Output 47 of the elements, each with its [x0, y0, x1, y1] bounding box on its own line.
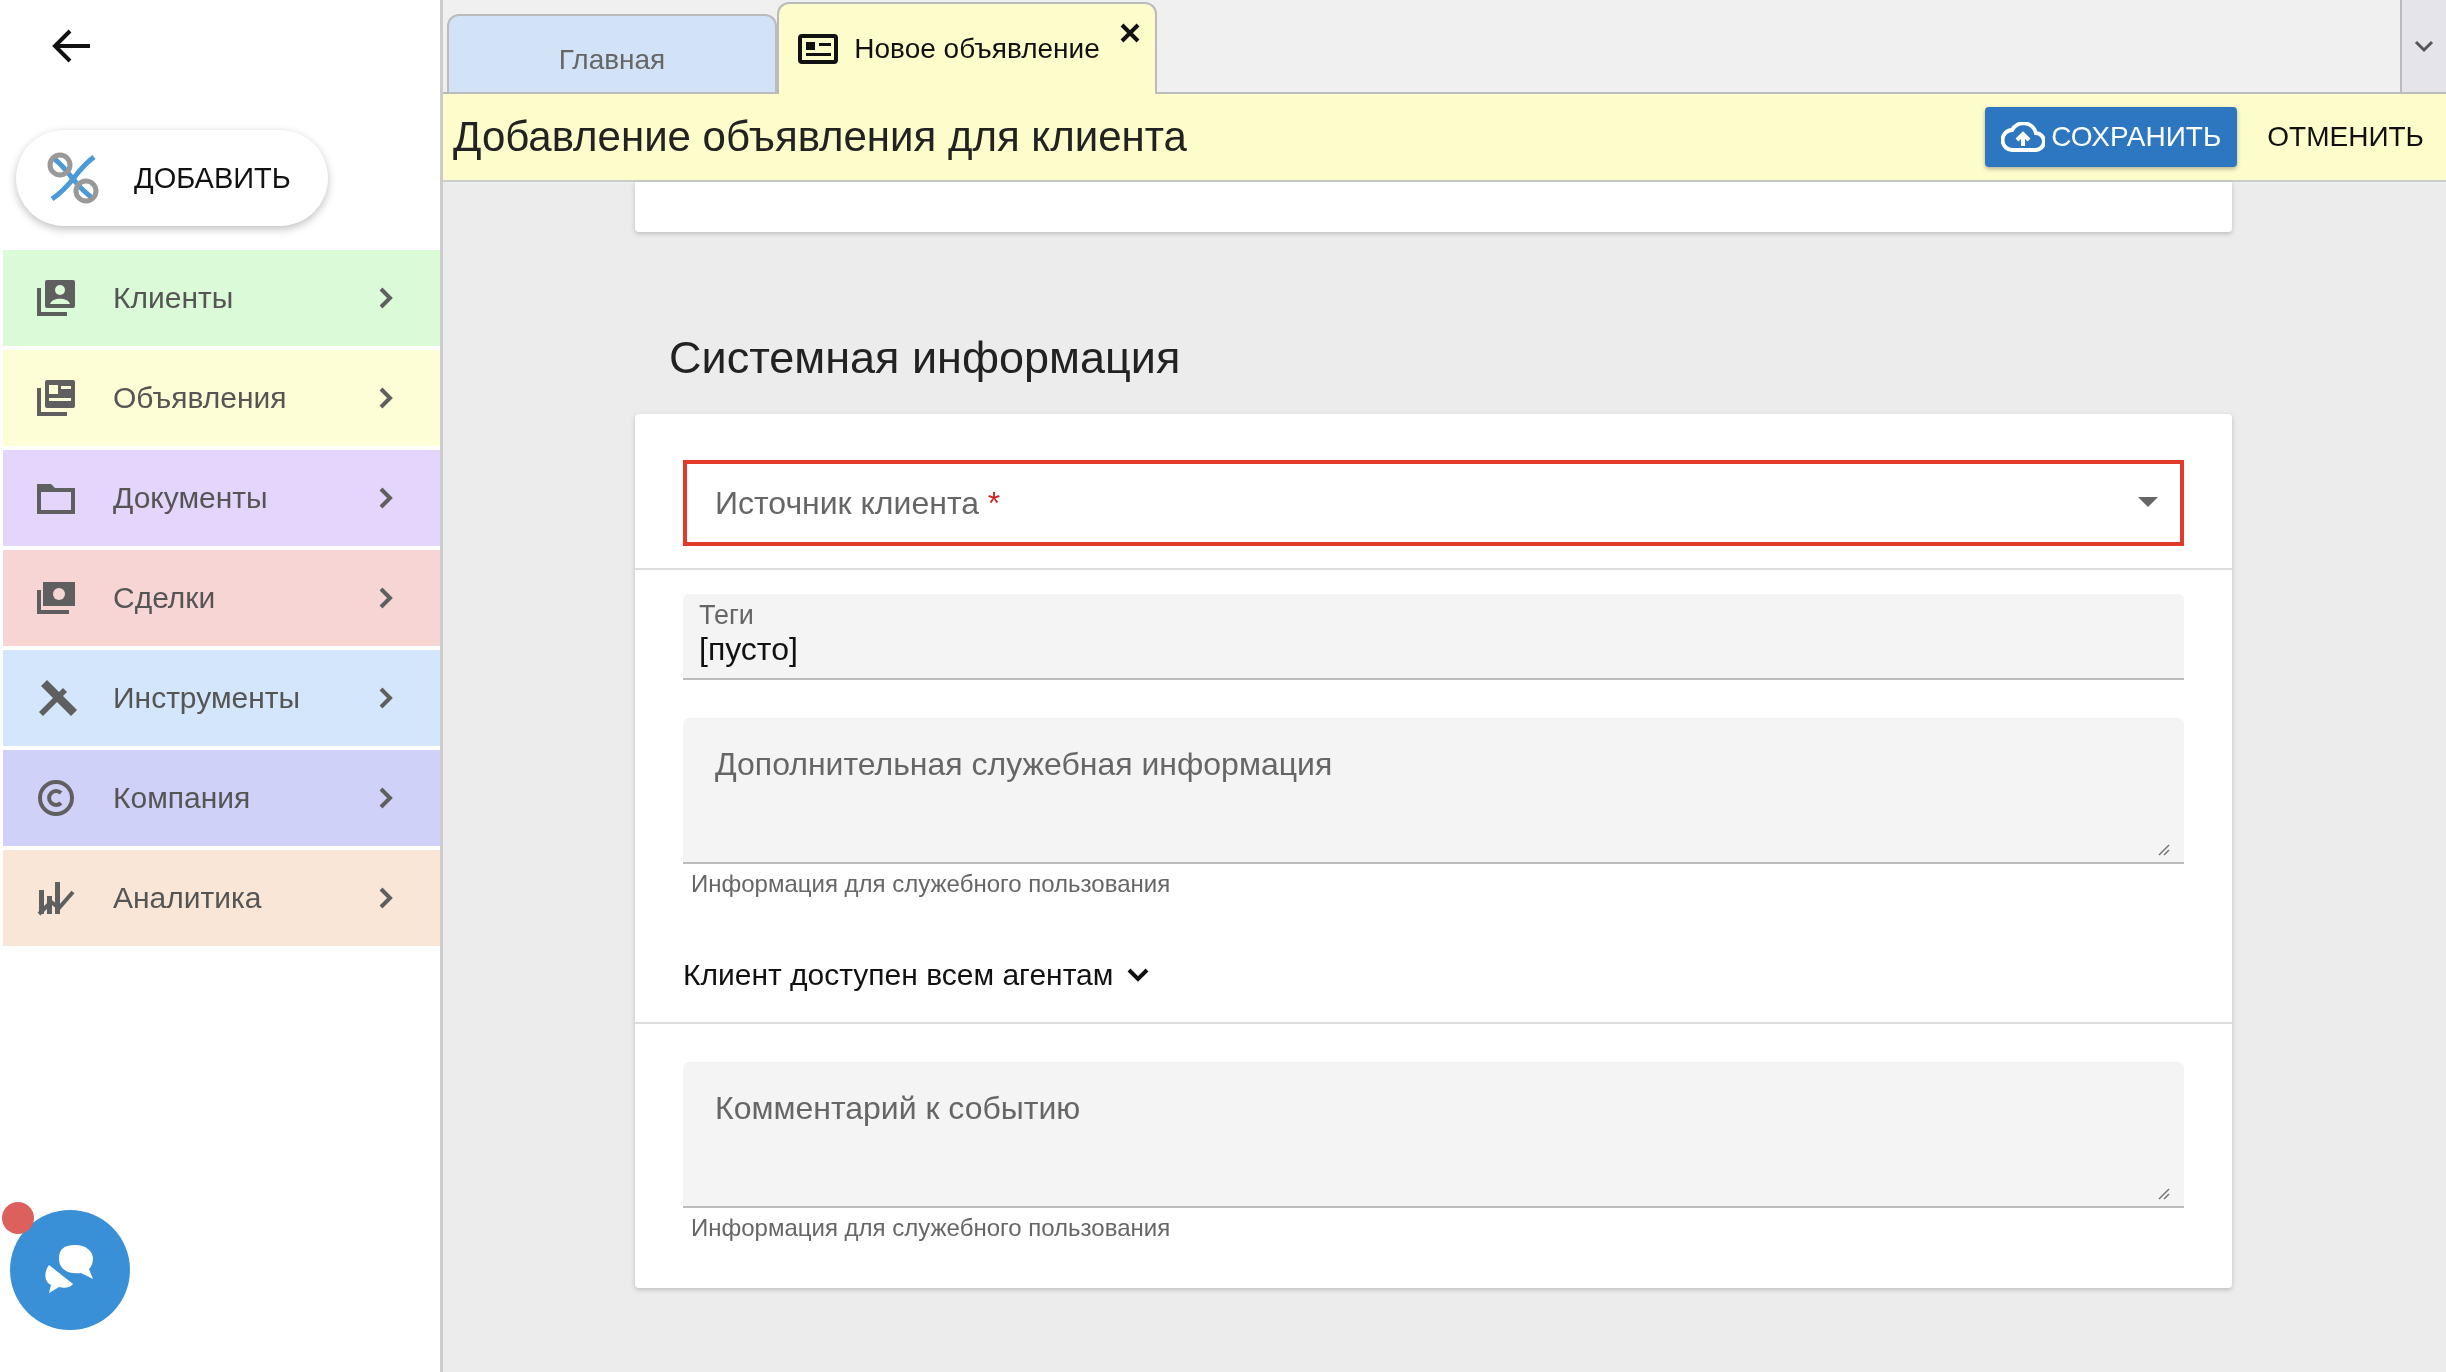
chevron-down-icon [1127, 968, 1150, 982]
nav-item[interactable]: Инструменты [3, 650, 440, 746]
helper-text: Информация для служебного пользования [691, 870, 1172, 898]
dropdown-arrow-icon [2138, 497, 2158, 509]
nav-label: Аналитика [113, 881, 263, 915]
chevron-right-icon [378, 786, 394, 810]
nav-item[interactable]: Компания [3, 750, 440, 846]
access-toggle[interactable]: Клиент доступен всем агентам [683, 958, 2184, 992]
textarea-field[interactable]: Дополнительная служебная информация [683, 718, 2184, 864]
copyright-icon [35, 778, 77, 818]
chevron-down-icon [2414, 39, 2434, 53]
contact-card-icon [35, 278, 77, 318]
tab[interactable]: Главная [447, 14, 777, 92]
nav-item[interactable]: Аналитика [3, 850, 440, 946]
cloud-upload-icon [2001, 122, 2046, 152]
nav-label: Компания [113, 781, 252, 815]
nav-item[interactable]: Сделки [3, 550, 440, 646]
section-title: Системная информация [669, 332, 1182, 384]
chevron-right-icon [378, 286, 394, 310]
resize-grip-icon[interactable] [2156, 842, 2170, 856]
nav-item[interactable]: Документы [3, 450, 440, 546]
textarea-field[interactable]: Комментарий к событию [683, 1062, 2184, 1208]
chevron-right-icon [378, 886, 394, 910]
nav-label: Объявления [113, 381, 288, 415]
add-button[interactable]: ДОБАВИТЬ [16, 130, 328, 226]
nav-label: Инструменты [113, 681, 302, 715]
select-field[interactable]: Источник клиента * [683, 460, 2184, 546]
close-icon[interactable] [1119, 22, 1141, 44]
save-button[interactable]: СОХРАНИТЬ [1985, 107, 2238, 167]
helper-text: Информация для служебного пользования [691, 1214, 1172, 1242]
chevron-right-icon [378, 586, 394, 610]
chevron-right-icon [378, 486, 394, 510]
resize-grip-icon[interactable] [2156, 1186, 2170, 1200]
cancel-button[interactable]: ОТМЕНИТЬ [2261, 120, 2430, 154]
notification-dot [2, 1202, 34, 1234]
tags-field[interactable]: Теги [пусто] [683, 594, 2184, 680]
nav-label: Документы [113, 481, 269, 515]
newspaper-icon [798, 34, 839, 64]
newspaper-icon [35, 378, 77, 418]
chevron-right-icon [378, 686, 394, 710]
page-title: Добавление объявления для клиента [453, 113, 1188, 161]
nav-item[interactable]: Клиенты [3, 250, 440, 346]
tab[interactable]: Новое объявление [777, 2, 1157, 94]
chevron-right-icon [378, 386, 394, 410]
nav-label: Клиенты [113, 281, 235, 315]
nav-item[interactable]: Объявления [3, 350, 440, 446]
nav-label: Сделки [113, 581, 217, 615]
